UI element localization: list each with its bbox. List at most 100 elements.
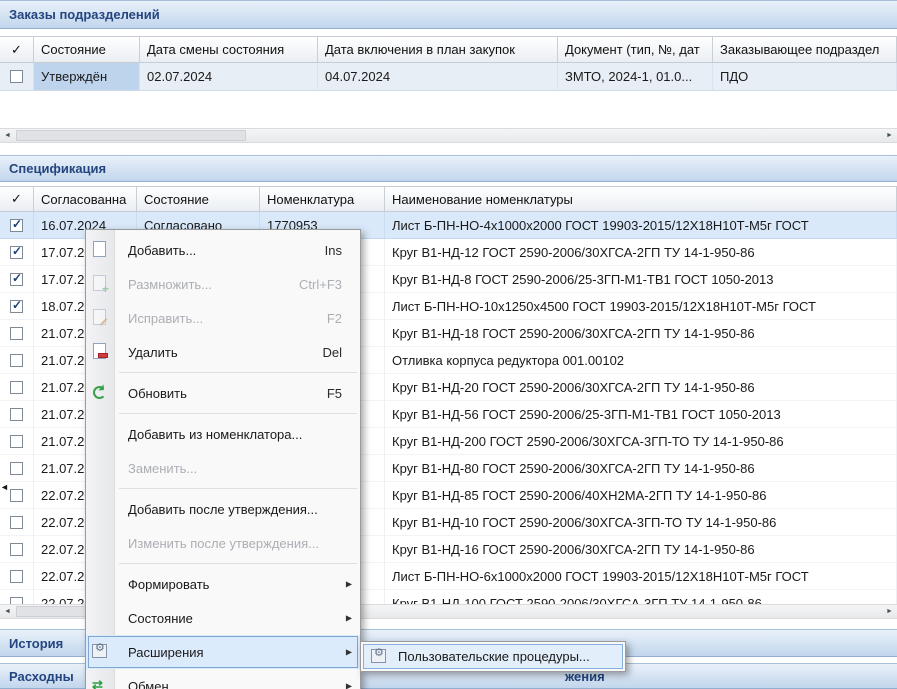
row-checkbox[interactable] [10,543,23,556]
expenses-panel-title-fragment: Расходны [9,669,74,684]
row-checkbox[interactable] [10,462,23,475]
orders-panel-title: Заказы подразделений [9,7,160,22]
cell-check [0,428,34,455]
context-menu: Добавить... Ins Размножить... Ctrl+F3 Ис… [85,229,361,689]
check-all-icon: ✓ [11,42,22,58]
spec-col-nomenclature-name[interactable]: Наименование номенклатуры [385,186,897,212]
cell-name: Круг В1-НД-80 ГОСТ 2590-2006/30ХГСА-2ГП … [385,455,897,482]
orders-col-state-change-date[interactable]: Дата смены состояния [140,36,318,63]
row-checkbox[interactable] [10,70,23,83]
menu-item-add-after-approval[interactable]: Добавить после утверждения... [86,492,360,526]
submenu-arrow-icon: ▶ [346,614,352,623]
spec-col-state[interactable]: Состояние [137,186,260,212]
row-checkbox[interactable] [10,300,23,313]
menu-item-state[interactable]: Состояние ▶ [86,601,360,635]
scroll-right-icon[interactable]: ► [882,129,897,142]
spec-col-nomenclature[interactable]: Номенклатура [260,186,385,212]
row-checkbox[interactable] [10,408,23,421]
cell-check [0,63,34,91]
cell-document: ЗМТО, 2024-1, 01.0... [558,63,713,91]
app-window: Заказы подразделений ✓ Состояние Дата см… [0,0,897,689]
cell-name: Круг В1-НД-100 ГОСТ 2590-2006/30ХГСА-3ГП… [385,590,897,604]
menu-item-exchange[interactable]: ⇄ Обмен ▶ [86,669,360,689]
row-checkbox[interactable] [10,435,23,448]
cell-check [0,590,34,604]
orders-col-state[interactable]: Состояние [34,36,140,63]
orders-panel-header[interactable]: Заказы подразделений [0,0,897,29]
cell-name: Круг В1-НД-200 ГОСТ 2590-2006/30ХГСА-3ГП… [385,428,897,455]
cell-check [0,239,34,266]
menu-item-edit: Исправить... F2 [86,301,360,335]
menu-item-replace: Заменить... [86,451,360,485]
cell-check [0,509,34,536]
check-all-icon: ✓ [11,191,22,207]
cell-name: Круг В1-НД-18 ГОСТ 2590-2006/30ХГСА-2ГП … [385,320,897,347]
menu-item-refresh[interactable]: Обновить F5 [86,376,360,410]
menu-item-edit-after-approval: Изменить после утверждения... [86,526,360,560]
cell-name: Круг В1-НД-85 ГОСТ 2590-2006/40ХН2МА-2ГП… [385,482,897,509]
row-checkbox[interactable] [10,489,23,502]
cell-department: ПДО [713,63,897,91]
cell-check [0,455,34,482]
menu-item-form[interactable]: Формировать ▶ [86,567,360,601]
cell-state: Утверждён [34,63,140,91]
orders-col-check[interactable]: ✓ [0,36,34,63]
spec-col-agreed-date[interactable]: Согласованна [34,186,137,212]
orders-table: ✓ Состояние Дата смены состояния Дата вк… [0,36,897,91]
submenu-arrow-icon: ▶ [346,682,352,689]
submenu-arrow-icon: ▶ [346,648,352,657]
orders-col-department[interactable]: Заказывающее подраздел [713,36,897,63]
row-checkbox[interactable] [10,219,23,232]
row-checkbox[interactable] [10,273,23,286]
scrollbar-thumb[interactable] [16,130,246,141]
menu-separator [119,488,357,489]
add-document-icon [91,241,109,259]
row-checkbox[interactable] [10,597,23,605]
menu-item-extensions[interactable]: Расширения ▶ [86,635,360,669]
menu-separator [119,563,357,564]
row-checkbox[interactable] [10,354,23,367]
scroll-left-icon[interactable]: ◄ [0,129,15,142]
cell-check [0,266,34,293]
spec-col-check[interactable]: ✓ [0,186,34,212]
cell-plan-include-date: 04.07.2024 [318,63,558,91]
spec-panel-header[interactable]: Спецификация [0,155,897,182]
row-checkbox[interactable] [10,516,23,529]
submenu-item-user-procedures[interactable]: Пользовательские процедуры... [363,644,623,669]
orders-hscrollbar[interactable]: ◄ ► [0,128,897,143]
splitter-collapse-icon[interactable]: ◄ [0,482,9,492]
cell-check [0,401,34,428]
menu-item-delete[interactable]: Удалить Del [86,335,360,369]
row-checkbox[interactable] [10,570,23,583]
menu-item-add-from-nomenclator[interactable]: Добавить из номенклатора... [86,417,360,451]
cell-name: Круг В1-НД-8 ГОСТ 2590-2006/25-3ГП-М1-ТВ… [385,266,897,293]
user-procedures-icon [370,648,388,666]
row-checkbox[interactable] [10,246,23,259]
menu-separator [119,372,357,373]
cell-check [0,374,34,401]
edit-icon [91,309,109,327]
submenu-arrow-icon: ▶ [346,580,352,589]
menu-item-add[interactable]: Добавить... Ins [86,233,360,267]
scroll-left-icon[interactable]: ◄ [0,605,15,618]
cell-check [0,320,34,347]
row-checkbox[interactable] [10,381,23,394]
cell-name: Лист Б-ПН-НО-10х1250х4500 ГОСТ 19903-201… [385,293,897,320]
orders-table-header: ✓ Состояние Дата смены состояния Дата вк… [0,36,897,63]
extensions-icon [91,643,109,661]
menu-item-duplicate: Размножить... Ctrl+F3 [86,267,360,301]
cell-name: Круг В1-НД-10 ГОСТ 2590-2006/30ХГСА-3ГП-… [385,509,897,536]
orders-col-document[interactable]: Документ (тип, №, дат [558,36,713,63]
history-panel-title: История [9,636,63,651]
scroll-right-icon[interactable]: ► [882,605,897,618]
orders-row[interactable]: Утверждён 02.07.2024 04.07.2024 ЗМТО, 20… [0,63,897,91]
cell-name: Круг В1-НД-20 ГОСТ 2590-2006/30ХГСА-2ГП … [385,374,897,401]
delete-icon [91,343,109,361]
exchange-icon: ⇄ [91,677,109,689]
spec-table-header: ✓ Согласованна Состояние Номенклатура На… [0,186,897,212]
refresh-icon [91,384,109,402]
cell-name: Лист Б-ПН-НО-4х1000х2000 ГОСТ 19903-2015… [385,212,897,239]
cell-name: Круг В1-НД-56 ГОСТ 2590-2006/25-3ГП-М1-Т… [385,401,897,428]
row-checkbox[interactable] [10,327,23,340]
orders-col-plan-include-date[interactable]: Дата включения в план закупок [318,36,558,63]
